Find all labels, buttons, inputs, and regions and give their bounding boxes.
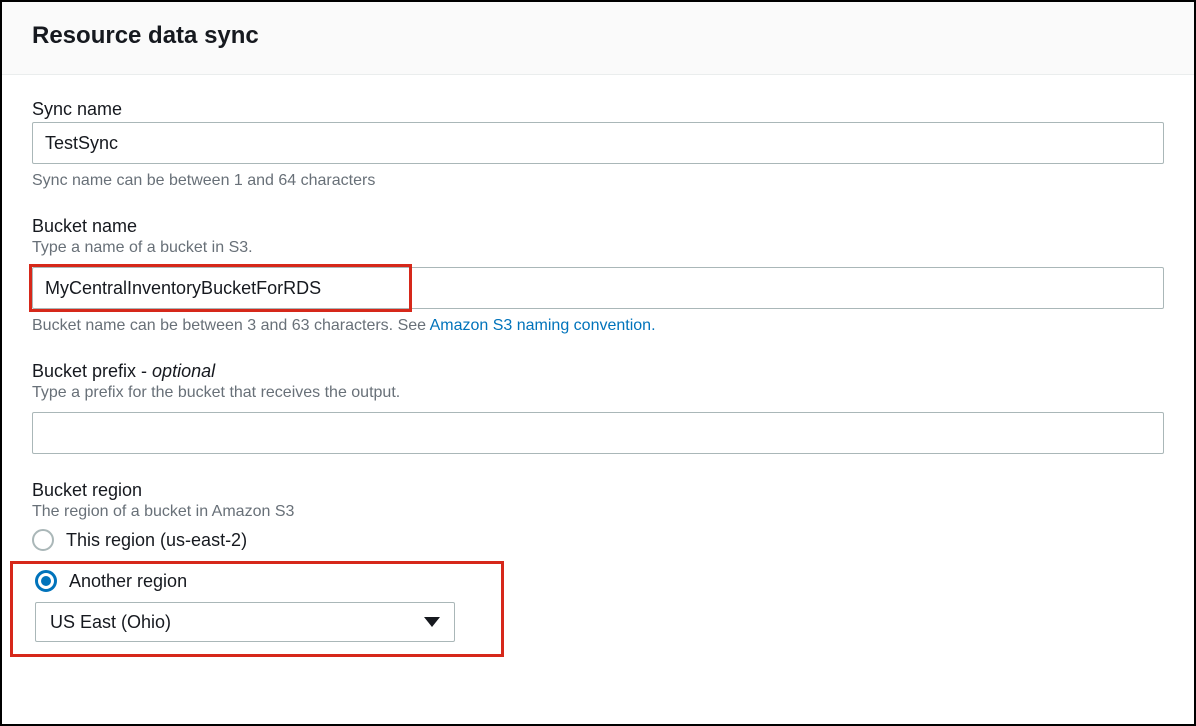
radio-dot-icon xyxy=(41,576,51,586)
bucket-prefix-input[interactable] xyxy=(32,412,1164,454)
radio-another-region[interactable] xyxy=(35,570,57,592)
sync-name-group: Sync name Sync name can be between 1 and… xyxy=(32,99,1164,190)
radio-this-region[interactable] xyxy=(32,529,54,551)
bucket-name-label: Bucket name xyxy=(32,216,1164,237)
highlight-box-another-region: Another region US East (Ohio) xyxy=(10,561,504,657)
bucket-name-subtitle: Type a name of a bucket in S3. xyxy=(32,239,1164,257)
bucket-region-group: Bucket region The region of a bucket in … xyxy=(32,480,1164,657)
bucket-name-input[interactable] xyxy=(32,267,1164,309)
bucket-prefix-subtitle: Type a prefix for the bucket that receiv… xyxy=(32,384,1164,402)
bucket-prefix-label-text: Bucket prefix - xyxy=(32,361,152,381)
radio-this-region-label: This region (us-east-2) xyxy=(66,530,247,551)
bucket-region-subtitle: The region of a bucket in Amazon S3 xyxy=(32,503,1164,521)
form-content: Sync name Sync name can be between 1 and… xyxy=(2,75,1194,695)
page-title: Resource data sync xyxy=(32,22,1164,50)
chevron-down-icon xyxy=(424,617,440,627)
bucket-prefix-group: Bucket prefix - optional Type a prefix f… xyxy=(32,361,1164,454)
sync-name-label: Sync name xyxy=(32,99,1164,120)
sync-name-hint: Sync name can be between 1 and 64 charac… xyxy=(32,172,1164,190)
radio-another-region-label: Another region xyxy=(69,571,187,592)
bucket-name-group: Bucket name Type a name of a bucket in S… xyxy=(32,216,1164,335)
radio-another-region-row[interactable]: Another region xyxy=(35,570,489,592)
sync-name-input[interactable] xyxy=(32,122,1164,164)
bucket-name-hint: Bucket name can be between 3 and 63 char… xyxy=(32,317,1164,335)
radio-this-region-row[interactable]: This region (us-east-2) xyxy=(32,529,1164,551)
s3-naming-link[interactable]: Amazon S3 naming convention. xyxy=(430,317,656,334)
panel-header: Resource data sync xyxy=(2,2,1194,75)
bucket-name-hint-text: Bucket name can be between 3 and 63 char… xyxy=(32,317,430,334)
region-select[interactable]: US East (Ohio) xyxy=(35,602,455,642)
optional-text: optional xyxy=(152,361,215,381)
bucket-prefix-label: Bucket prefix - optional xyxy=(32,361,1164,382)
bucket-region-label: Bucket region xyxy=(32,480,1164,501)
region-select-value: US East (Ohio) xyxy=(50,612,171,633)
